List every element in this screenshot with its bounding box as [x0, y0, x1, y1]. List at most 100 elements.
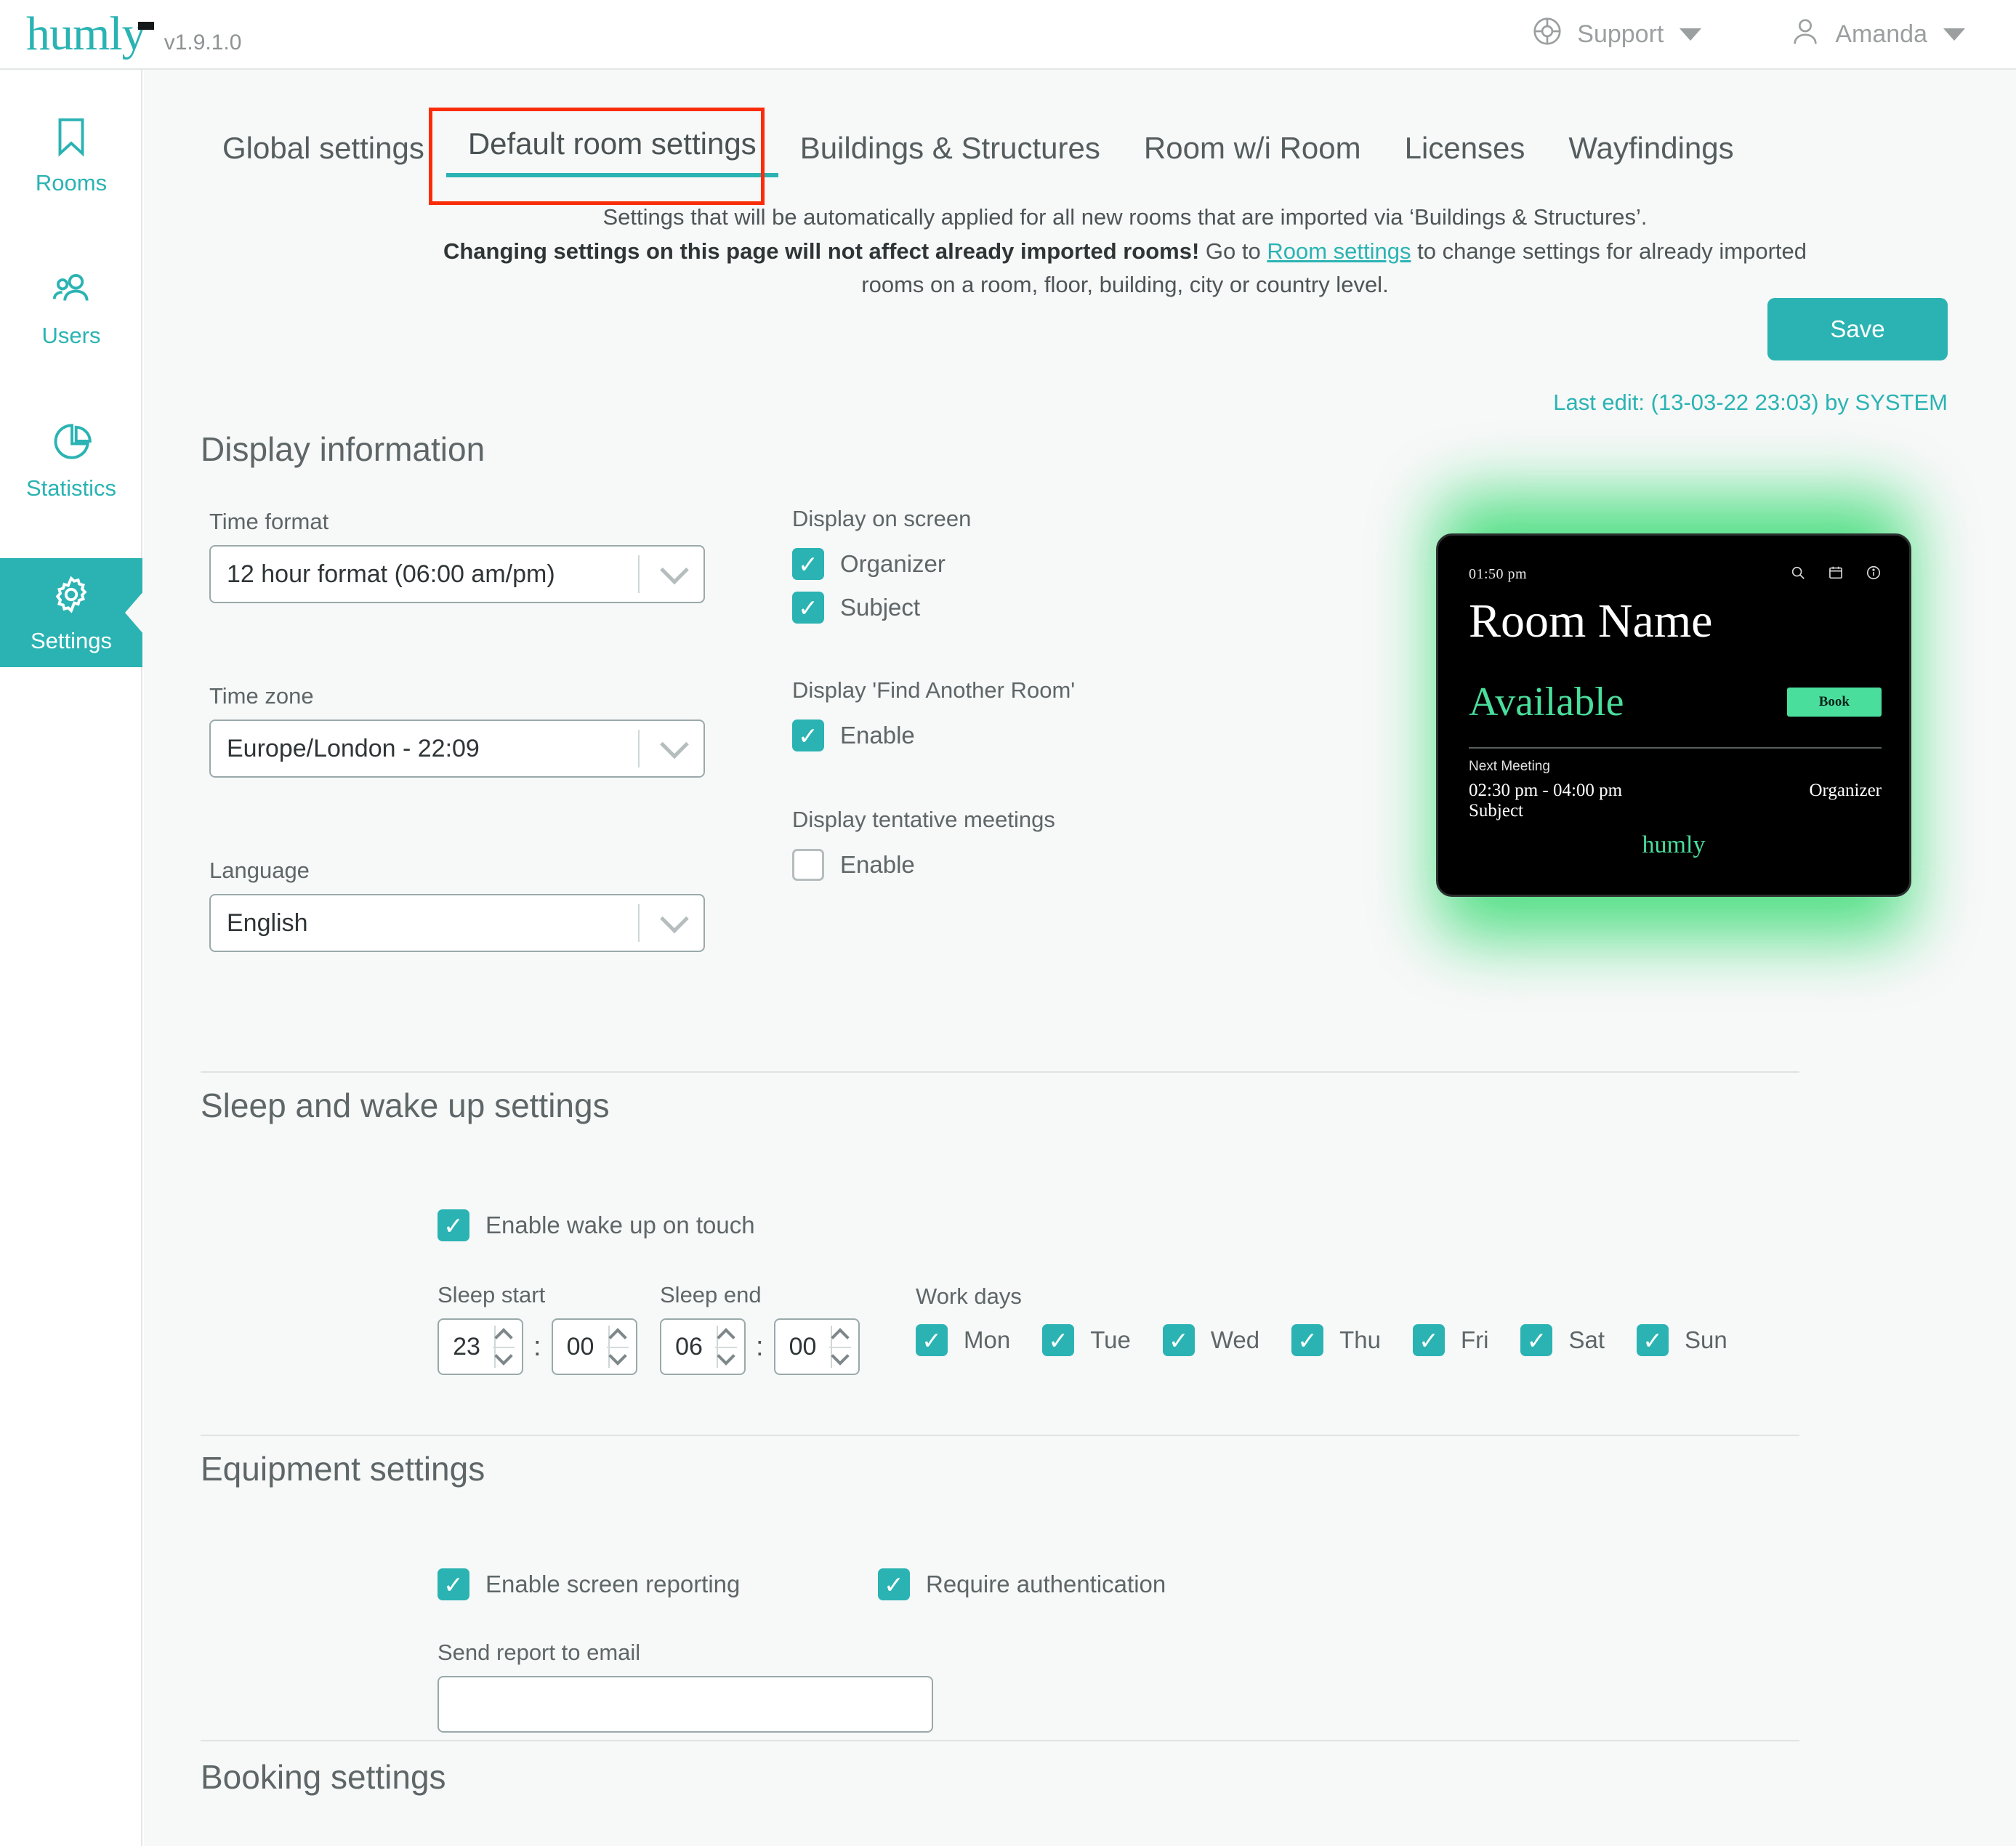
sleep-end-minute-stepper[interactable]: 00 — [773, 1318, 860, 1375]
calendar-icon[interactable] — [1828, 565, 1844, 584]
sleep-start-field: Sleep start 23 : 00 — [438, 1282, 637, 1375]
active-pointer-icon — [125, 591, 144, 634]
sidebar-item-label: Users — [41, 322, 101, 348]
sleep-start-minute-stepper[interactable]: 00 — [551, 1318, 637, 1375]
support-menu[interactable]: Support — [1531, 15, 1702, 55]
checkbox-box[interactable]: ✓ — [792, 720, 824, 751]
device-logo: humly — [1642, 831, 1706, 858]
stepper-down-icon[interactable] — [830, 1347, 850, 1366]
sleep-end-hour-stepper[interactable]: 06 — [660, 1318, 746, 1375]
stepper-down-icon[interactable] — [717, 1347, 735, 1366]
description-bold: Changing settings on this page will not … — [443, 238, 1200, 264]
checkbox-box[interactable]: ✓ — [1637, 1324, 1669, 1356]
checkbox-label: Thu — [1339, 1326, 1381, 1353]
sidebar-item-settings[interactable]: Settings — [0, 558, 144, 667]
stepper-down-icon[interactable] — [608, 1347, 627, 1366]
checkbox-label: Enable wake up on touch — [485, 1212, 755, 1238]
checkbox-box[interactable]: ✓ — [1412, 1324, 1445, 1356]
checkbox-label: Require authentication — [926, 1571, 1166, 1597]
time-zone-value: Europe/London - 22:09 — [227, 734, 480, 762]
checkbox-box[interactable]: ✓ — [878, 1568, 910, 1600]
language-select[interactable]: English — [209, 894, 705, 952]
checkbox-label: Fri — [1460, 1326, 1489, 1353]
checkbox-day-mon[interactable]: ✓ Mon — [916, 1324, 1010, 1356]
tab-licenses[interactable]: Licenses — [1383, 125, 1547, 177]
device-room-name: Room Name — [1469, 594, 1713, 648]
search-icon[interactable] — [1790, 565, 1806, 584]
sidebar-item-rooms[interactable]: Rooms — [0, 100, 142, 209]
checkbox-box[interactable]: ✓ — [1042, 1324, 1075, 1356]
tentative-meetings-group: Display tentative meetings Enable — [792, 807, 1055, 881]
checkbox-organizer[interactable]: ✓ Organizer — [792, 548, 971, 580]
sleep-end-field: Sleep end 06 : 00 — [660, 1282, 860, 1375]
sidebar-item-users[interactable]: Users — [0, 253, 142, 362]
last-edit-label: Last edit: (13-03-22 23:03) by SYSTEM — [1553, 390, 1948, 415]
device-book-button[interactable]: Book — [1786, 688, 1882, 717]
checkbox-box[interactable]: ✓ — [1520, 1324, 1553, 1356]
checkbox-tentative-enable[interactable]: Enable — [792, 849, 1055, 881]
checkbox-box[interactable]: ✓ — [438, 1209, 469, 1241]
stepper-up-icon[interactable] — [717, 1328, 735, 1347]
info-icon[interactable] — [1866, 565, 1882, 584]
stepper-up-icon[interactable] — [494, 1328, 513, 1347]
tab-buildings-structures[interactable]: Buildings & Structures — [778, 125, 1122, 177]
sidebar-item-label: Rooms — [35, 169, 108, 196]
stepper-up-icon[interactable] — [830, 1328, 850, 1347]
tab-room-wi-room[interactable]: Room w/i Room — [1122, 125, 1383, 177]
sleep-start-hour-stepper[interactable]: 23 — [438, 1318, 523, 1375]
time-format-select[interactable]: 12 hour format (06:00 am/pm) — [209, 545, 705, 603]
tab-wayfindings[interactable]: Wayfindings — [1547, 125, 1755, 177]
checkbox-wake-on-touch[interactable]: ✓ Enable wake up on touch — [438, 1209, 755, 1241]
chevron-down-icon — [1680, 28, 1702, 41]
room-settings-link[interactable]: Room settings — [1267, 238, 1411, 264]
device-status: Available — [1469, 680, 1624, 725]
chevron-down-icon — [660, 904, 689, 934]
checkbox-label: Enable — [840, 722, 915, 749]
sleep-start-label: Sleep start — [438, 1282, 546, 1307]
checkbox-day-sat[interactable]: ✓ Sat — [1520, 1324, 1605, 1356]
time-colon: : — [533, 1331, 541, 1362]
user-menu[interactable]: Amanda — [1789, 15, 1965, 55]
checkbox-box[interactable]: ✓ — [1162, 1324, 1195, 1356]
checkbox-day-tue[interactable]: ✓ Tue — [1042, 1324, 1131, 1356]
checkbox-day-fri[interactable]: ✓ Fri — [1412, 1324, 1489, 1356]
checkbox-day-wed[interactable]: ✓ Wed — [1162, 1324, 1259, 1356]
sleep-end-label: Sleep end — [660, 1282, 762, 1307]
checkbox-screen-reporting[interactable]: ✓ Enable screen reporting — [438, 1568, 740, 1600]
bookmark-icon — [49, 114, 94, 163]
checkbox-box[interactable]: ✓ — [792, 592, 824, 624]
language-field: Language English — [209, 858, 705, 952]
checkbox-subject[interactable]: ✓ Subject — [792, 592, 971, 624]
checkbox-day-sun[interactable]: ✓ Sun — [1637, 1324, 1727, 1356]
select-divider — [638, 555, 640, 593]
checkbox-box[interactable] — [792, 849, 824, 881]
chevron-down-icon — [660, 730, 689, 759]
checkbox-find-another-room-enable[interactable]: ✓ Enable — [792, 720, 1075, 751]
checkbox-box[interactable]: ✓ — [438, 1568, 469, 1600]
checkbox-label: Enable — [840, 851, 915, 878]
checkbox-label: Sun — [1685, 1326, 1727, 1353]
tab-global-settings[interactable]: Global settings — [201, 125, 446, 177]
device-time: 01:50 pm — [1469, 566, 1528, 582]
display-on-screen-group: Display on screen ✓ Organizer ✓ Subject — [792, 506, 971, 624]
find-another-room-group: Display 'Find Another Room' ✓ Enable — [792, 677, 1075, 751]
sidebar-item-label: Settings — [30, 627, 112, 653]
description-after-link: to change settings for already imported — [1411, 238, 1807, 264]
save-button[interactable]: Save — [1767, 298, 1948, 360]
checkbox-day-thu[interactable]: ✓ Thu — [1291, 1324, 1381, 1356]
checkbox-box[interactable]: ✓ — [916, 1324, 948, 1356]
time-format-field: Time format 12 hour format (06:00 am/pm) — [209, 509, 705, 603]
checkbox-box[interactable]: ✓ — [1291, 1324, 1324, 1356]
stepper-down-icon[interactable] — [494, 1347, 513, 1366]
tab-default-room-settings[interactable]: Default room settings — [445, 121, 778, 177]
sidebar-item-statistics[interactable]: Statistics — [0, 406, 142, 515]
device-next-meeting-time: 02:30 pm - 04:00 pm — [1469, 781, 1623, 800]
send-report-email-input[interactable] — [438, 1676, 933, 1733]
sleep-settings-title: Sleep and wake up settings — [201, 1087, 610, 1124]
time-zone-select[interactable]: Europe/London - 22:09 — [209, 720, 705, 778]
sidebar: Rooms Users Statistics Settings — [0, 70, 144, 1846]
time-zone-label: Time zone — [209, 683, 314, 709]
checkbox-require-authentication[interactable]: ✓ Require authentication — [878, 1568, 1166, 1600]
checkbox-box[interactable]: ✓ — [792, 548, 824, 580]
stepper-up-icon[interactable] — [608, 1328, 627, 1347]
